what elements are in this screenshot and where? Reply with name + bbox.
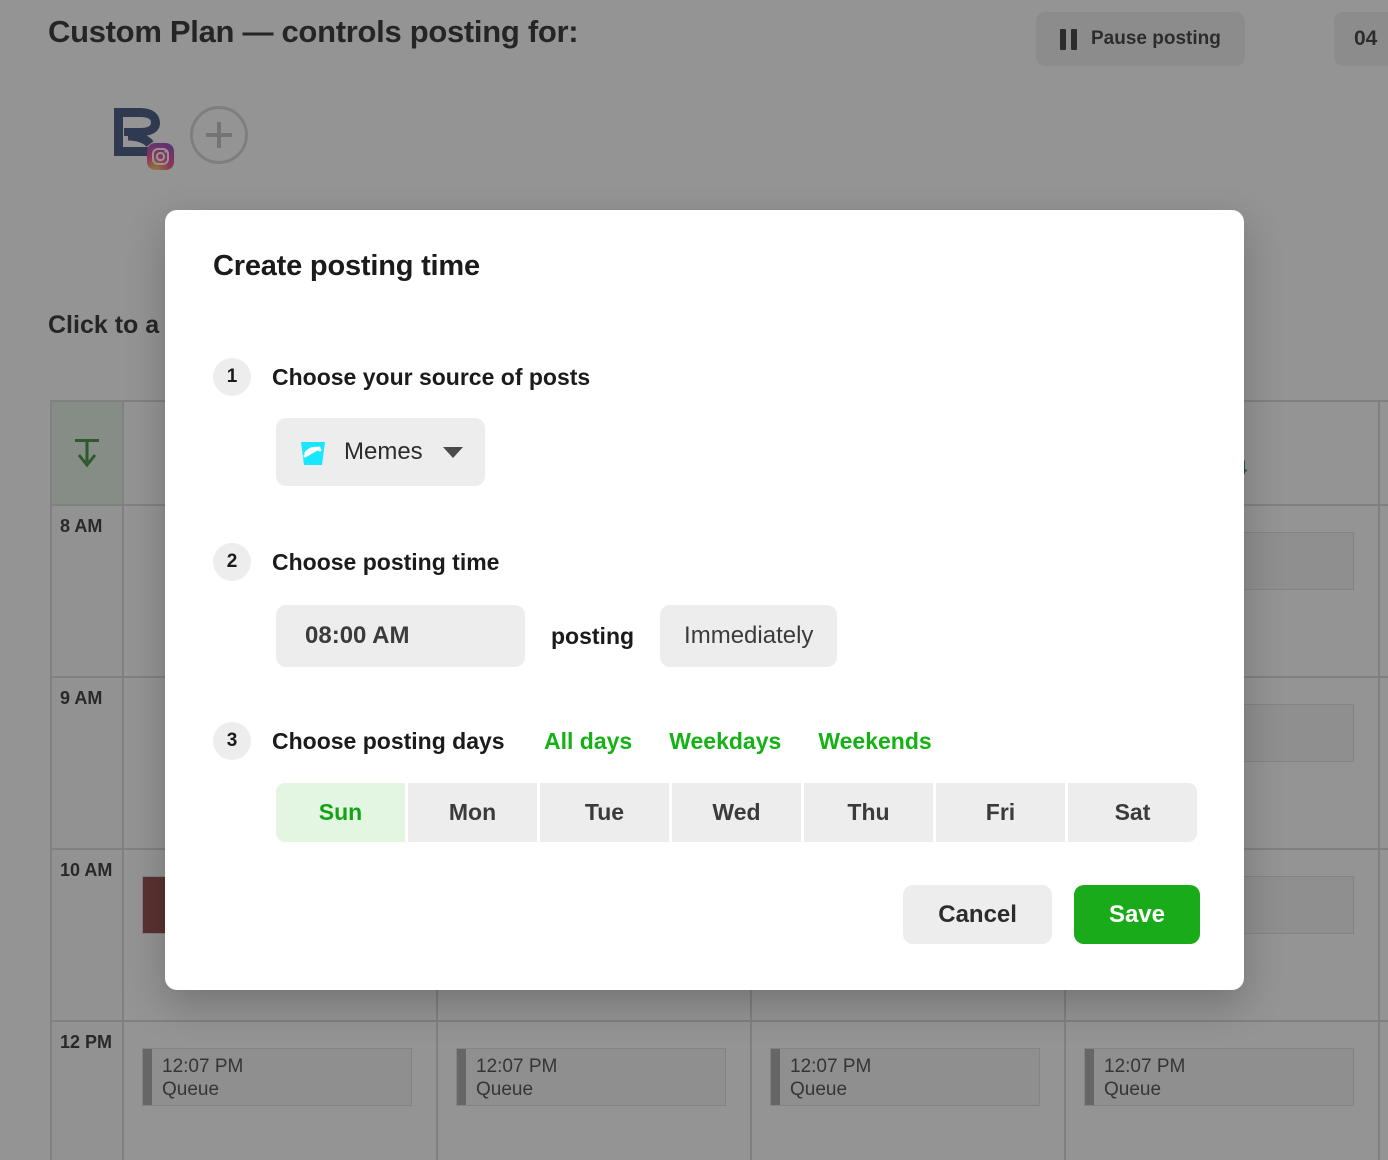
- preset-all-days[interactable]: All days: [544, 722, 632, 760]
- day-toggle-wed[interactable]: Wed: [672, 783, 801, 842]
- cancel-button[interactable]: Cancel: [903, 885, 1052, 944]
- day-toggle-sun[interactable]: Sun: [276, 783, 405, 842]
- day-toggle-mon[interactable]: Mon: [408, 783, 537, 842]
- step-1: 1 Choose your source of posts: [213, 358, 590, 396]
- step-number-badge: 2: [213, 543, 251, 581]
- dialog-actions: Cancel Save: [903, 885, 1200, 944]
- preset-weekdays[interactable]: Weekdays: [669, 722, 781, 760]
- posting-mode-selector[interactable]: Immediately: [660, 605, 838, 667]
- posting-time-input[interactable]: 08:00 AM: [276, 605, 525, 667]
- day-toggle-thu[interactable]: Thu: [804, 783, 933, 842]
- posting-time-row: 08:00 AM posting Immediately: [276, 605, 838, 667]
- step-3: 3 Choose posting days: [213, 722, 505, 760]
- step-number-badge: 3: [213, 722, 251, 760]
- dialog-title: Create posting time: [213, 250, 480, 282]
- bucket-icon: [301, 442, 325, 465]
- day-toggle-sat[interactable]: Sat: [1068, 783, 1197, 842]
- posting-connector-label: posting: [551, 622, 635, 649]
- chevron-down-icon: [442, 446, 463, 458]
- source-dropdown[interactable]: Memes: [276, 418, 485, 486]
- day-preset-links: All days Weekdays Weekends: [544, 722, 932, 760]
- preset-weekends[interactable]: Weekends: [818, 722, 931, 760]
- step-label: Choose posting time: [272, 549, 500, 575]
- page-root: Custom Plan — controls posting for: Paus…: [0, 0, 1388, 1160]
- save-button[interactable]: Save: [1073, 885, 1200, 944]
- day-toggle-group: Sun Mon Tue Wed Thu Fri Sat: [276, 783, 1197, 842]
- create-posting-time-dialog: Create posting time 1 Choose your source…: [165, 210, 1244, 990]
- step-label: Choose posting days: [272, 728, 505, 754]
- step-label: Choose your source of posts: [272, 364, 591, 390]
- day-toggle-tue[interactable]: Tue: [540, 783, 669, 842]
- step-number-badge: 1: [213, 358, 251, 396]
- step-2: 2 Choose posting time: [213, 543, 499, 581]
- day-toggle-fri[interactable]: Fri: [936, 783, 1065, 842]
- source-value: Memes: [344, 438, 423, 465]
